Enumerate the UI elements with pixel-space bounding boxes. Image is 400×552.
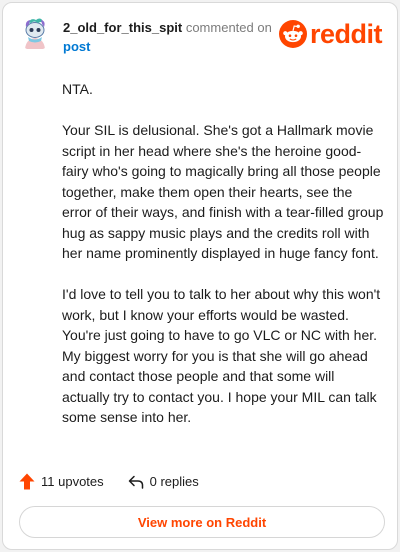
- comment-paragraph: I'd love to tell you to talk to her abou…: [62, 286, 381, 425]
- action-text: commented on: [185, 20, 272, 35]
- upvote-label: 11 upvotes: [41, 474, 104, 489]
- upvote-arrow-icon: [19, 473, 35, 490]
- comment-card: 2_old_for_this_spit commented on post re…: [2, 2, 398, 550]
- reddit-logo[interactable]: reddit: [279, 19, 383, 49]
- reply-count[interactable]: 0 replies: [128, 474, 199, 489]
- author-username[interactable]: 2_old_for_this_spit: [63, 20, 182, 35]
- upvote-count[interactable]: 11 upvotes: [19, 473, 104, 490]
- reply-label: 0 replies: [149, 474, 199, 489]
- comment-paragraph: NTA.: [62, 81, 93, 97]
- post-link[interactable]: post: [63, 37, 273, 56]
- comment-paragraph: Your SIL is delusional. She's got a Hall…: [62, 122, 384, 261]
- comment-byline: 2_old_for_this_spit commented on post: [63, 18, 273, 56]
- reddit-snoo-icon: [279, 20, 307, 48]
- reply-arrow-icon: [128, 475, 143, 489]
- comment-footer: 11 upvotes 0 replies: [19, 473, 199, 490]
- snoo-avatar-icon: [17, 15, 53, 51]
- reddit-wordmark: reddit: [310, 19, 383, 49]
- avatar[interactable]: [17, 15, 53, 51]
- view-more-button[interactable]: View more on Reddit: [19, 506, 385, 538]
- comment-body: NTA. Your SIL is delusional. She's got a…: [62, 79, 384, 448]
